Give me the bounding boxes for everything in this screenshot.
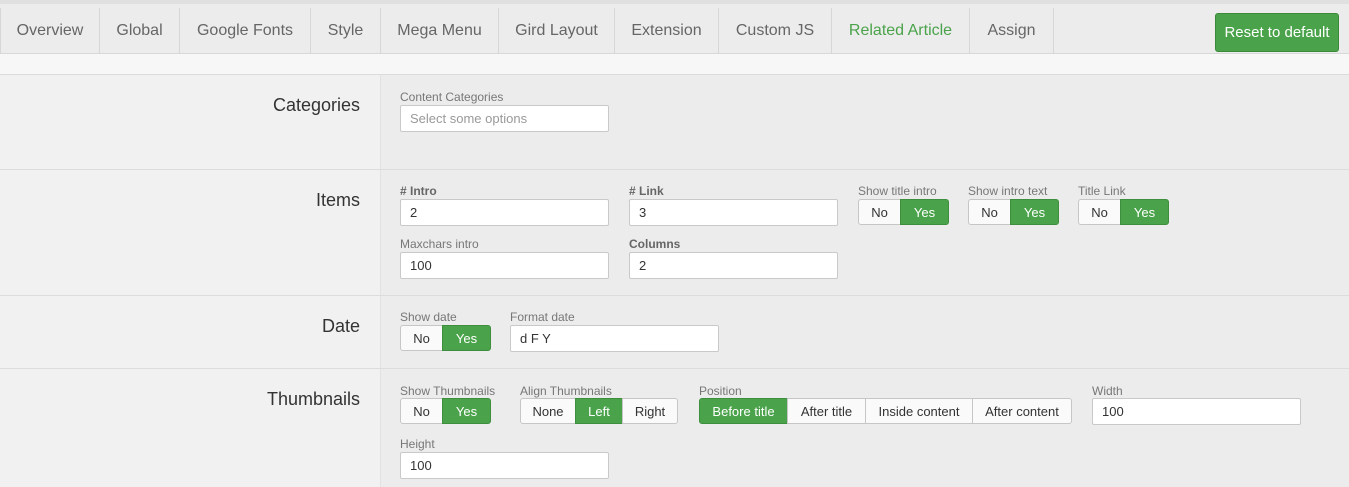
date-body: Show date No Yes Format date d F Y bbox=[380, 296, 1349, 368]
show-thumbnails-no[interactable]: No bbox=[400, 398, 443, 424]
maxchars-intro-label: Maxchars intro bbox=[400, 237, 479, 251]
align-thumbnails-group: None Left Right bbox=[520, 398, 678, 424]
position-after-content-option[interactable]: After content bbox=[972, 398, 1072, 424]
title-link-toggle: No Yes bbox=[1078, 199, 1169, 225]
align-none-option[interactable]: None bbox=[520, 398, 576, 424]
format-date-label: Format date bbox=[510, 310, 575, 324]
position-after-title-option[interactable]: After title bbox=[787, 398, 866, 424]
tab-gird-layout[interactable]: Gird Layout bbox=[499, 8, 615, 54]
link-input[interactable]: 3 bbox=[629, 199, 838, 226]
show-date-toggle: No Yes bbox=[400, 325, 491, 351]
tab-style[interactable]: Style bbox=[311, 8, 381, 54]
items-section: Items # Intro 2 # Link 3 Show title intr… bbox=[0, 170, 1349, 296]
spacer bbox=[0, 54, 1349, 75]
tab-global[interactable]: Global bbox=[100, 8, 180, 54]
show-title-intro-label: Show title intro bbox=[858, 184, 937, 198]
title-link-label: Title Link bbox=[1078, 184, 1126, 198]
items-body: # Intro 2 # Link 3 Show title intro No Y… bbox=[380, 170, 1349, 295]
width-input[interactable]: 100 bbox=[1092, 398, 1301, 425]
show-thumbnails-yes[interactable]: Yes bbox=[442, 398, 491, 424]
show-thumbnails-label: Show Thumbnails bbox=[400, 384, 496, 398]
tab-related-article[interactable]: Related Article bbox=[832, 8, 970, 54]
align-right-option[interactable]: Right bbox=[622, 398, 678, 424]
show-date-label: Show date bbox=[400, 310, 457, 324]
width-label: Width bbox=[1092, 384, 1123, 398]
intro-label: # Intro bbox=[400, 184, 437, 198]
categories-title: Categories bbox=[272, 95, 360, 115]
position-group: Before title After title Inside content … bbox=[699, 398, 1072, 424]
show-intro-text-no[interactable]: No bbox=[968, 199, 1011, 225]
categories-body: Content Categories Select some options bbox=[380, 75, 1349, 169]
tab-assign[interactable]: Assign bbox=[970, 8, 1054, 54]
tab-overview[interactable]: Overview bbox=[0, 8, 100, 54]
tab-extension[interactable]: Extension bbox=[615, 8, 719, 54]
show-intro-text-toggle: No Yes bbox=[968, 199, 1059, 225]
categories-section: Categories Content Categories Select som… bbox=[0, 75, 1349, 170]
align-left-option[interactable]: Left bbox=[575, 398, 623, 424]
show-intro-text-yes[interactable]: Yes bbox=[1010, 199, 1059, 225]
tab-google-fonts[interactable]: Google Fonts bbox=[180, 8, 311, 54]
columns-input[interactable]: 2 bbox=[629, 252, 838, 279]
maxchars-intro-input[interactable]: 100 bbox=[400, 252, 609, 279]
date-title: Date bbox=[321, 316, 360, 336]
content-categories-label: Content Categories bbox=[400, 90, 504, 104]
position-label: Position bbox=[699, 384, 742, 398]
items-title: Items bbox=[315, 190, 360, 210]
tab-custom-js[interactable]: Custom JS bbox=[719, 8, 832, 54]
height-label: Height bbox=[400, 437, 435, 451]
columns-label: Columns bbox=[629, 237, 681, 251]
show-title-intro-toggle: No Yes bbox=[858, 199, 949, 225]
align-thumbnails-label: Align Thumbnails bbox=[520, 384, 612, 398]
show-date-yes[interactable]: Yes bbox=[442, 325, 491, 351]
intro-input[interactable]: 2 bbox=[400, 199, 609, 226]
title-link-yes[interactable]: Yes bbox=[1120, 199, 1169, 225]
show-date-no[interactable]: No bbox=[400, 325, 443, 351]
show-title-intro-yes[interactable]: Yes bbox=[900, 199, 949, 225]
content-categories-select[interactable]: Select some options bbox=[400, 105, 609, 132]
thumbnails-title: Thumbnails bbox=[266, 389, 360, 409]
tab-bar: Overview Global Google Fonts Style Mega … bbox=[0, 0, 1349, 54]
position-before-title-option[interactable]: Before title bbox=[699, 398, 788, 424]
show-thumbnails-toggle: No Yes bbox=[400, 398, 491, 424]
thumbnails-section: Thumbnails Show Thumbnails No Yes Align … bbox=[0, 369, 1349, 487]
height-input[interactable]: 100 bbox=[400, 452, 609, 479]
thumbnails-body: Show Thumbnails No Yes Align Thumbnails … bbox=[380, 369, 1349, 487]
show-title-intro-no[interactable]: No bbox=[858, 199, 901, 225]
link-label: # Link bbox=[629, 184, 664, 198]
format-date-input[interactable]: d F Y bbox=[510, 325, 719, 352]
position-inside-content-option[interactable]: Inside content bbox=[865, 398, 973, 424]
show-intro-text-label: Show intro text bbox=[968, 184, 1048, 198]
title-link-no[interactable]: No bbox=[1078, 199, 1121, 225]
date-section: Date Show date No Yes Format date d F Y bbox=[0, 296, 1349, 369]
reset-to-default-button[interactable]: Reset to default bbox=[1215, 13, 1339, 52]
tab-mega-menu[interactable]: Mega Menu bbox=[381, 8, 499, 54]
